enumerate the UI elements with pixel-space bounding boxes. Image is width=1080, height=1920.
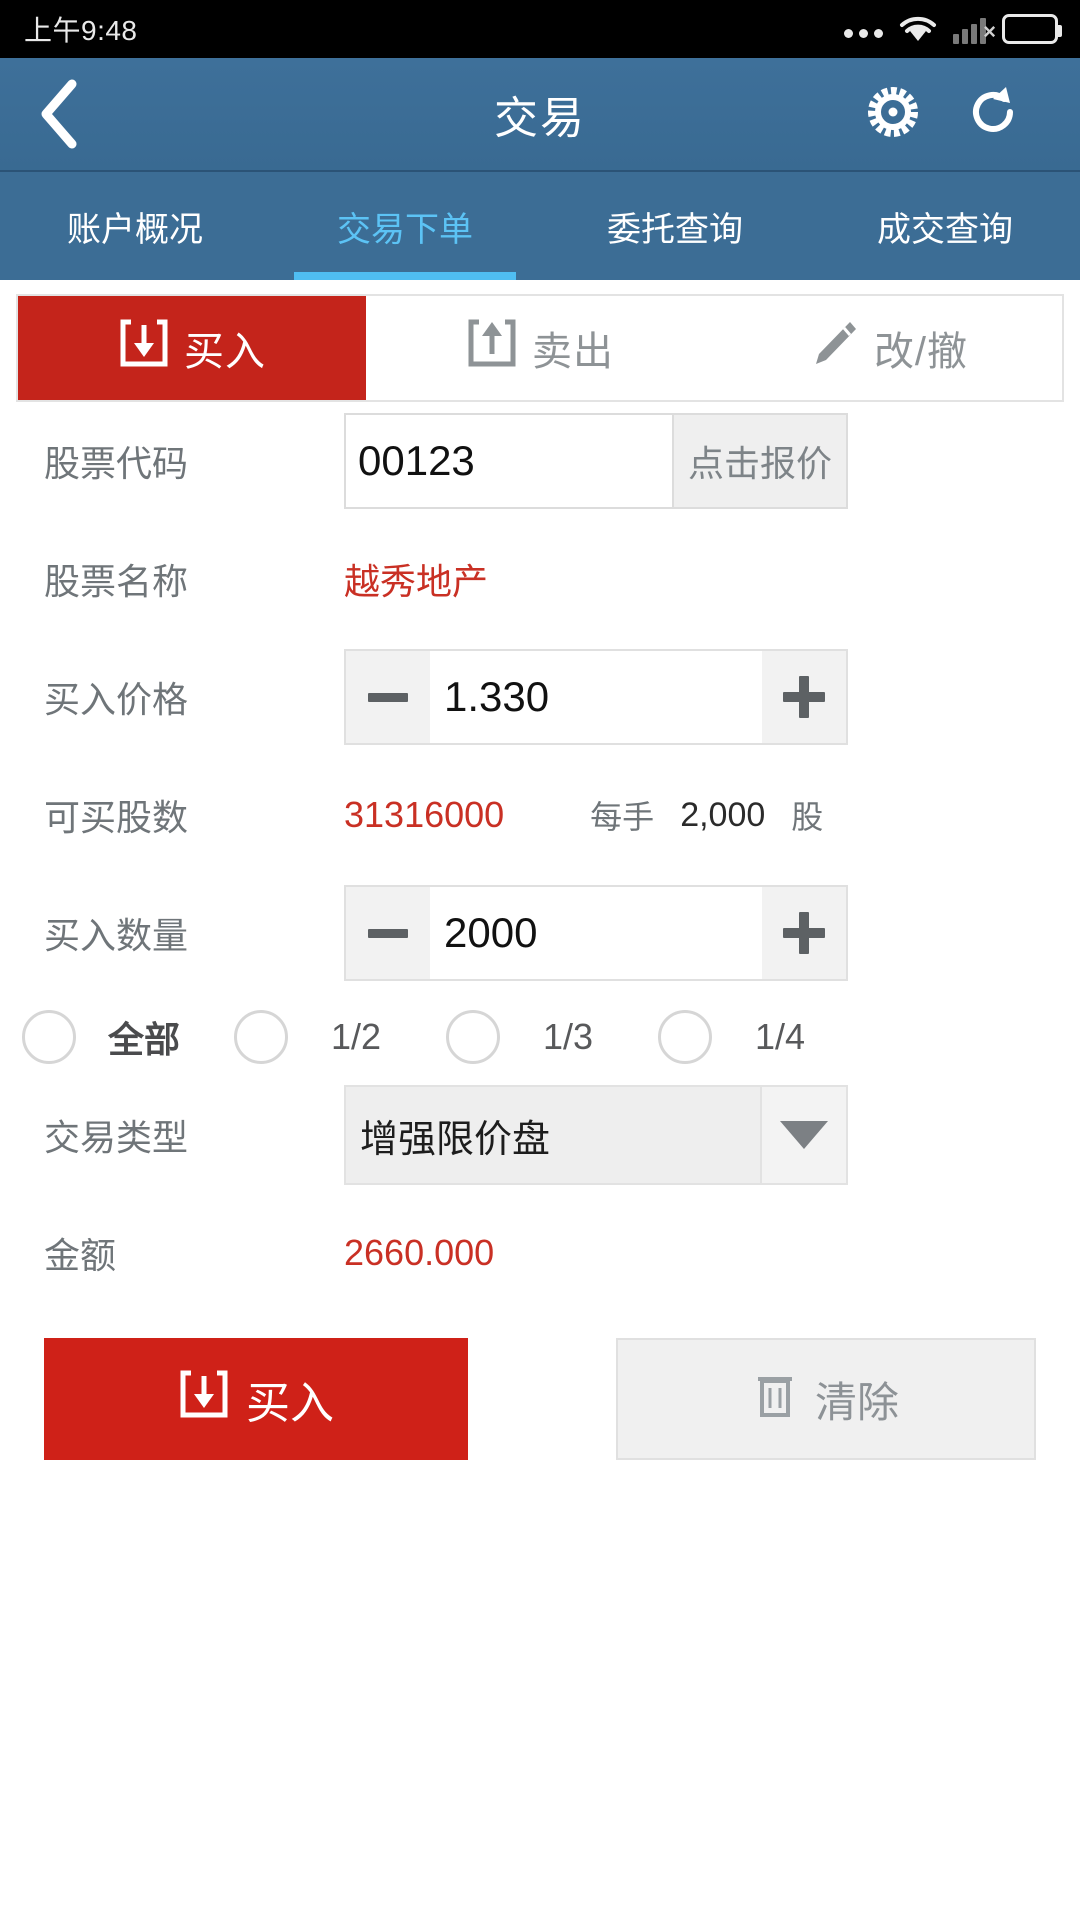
available-shares-value: 31316000 (344, 794, 505, 835)
lot-size-label: 每手 (590, 799, 655, 835)
buy-quantity-input[interactable]: 2000 (430, 885, 762, 981)
stock-name-value: 越秀地产 (344, 561, 489, 602)
radio-circle-icon (658, 1010, 712, 1064)
tab-place-order[interactable]: 交易下单 (270, 172, 540, 280)
fraction-option-half[interactable]: 1/2 (212, 1010, 424, 1064)
buy-quantity-decrement-button[interactable] (344, 885, 430, 981)
stock-name-label: 股票名称 (44, 561, 189, 602)
fraction-option-quarter-label: 1/4 (754, 1016, 806, 1057)
fraction-option-half-label: 1/2 (330, 1016, 382, 1057)
row-available-shares: 可买股数 31316000 每手 2,000 股 (0, 756, 1080, 874)
order-type-label: 交易类型 (44, 1117, 189, 1158)
minus-icon (368, 692, 408, 702)
wifi-icon (899, 14, 937, 44)
tab-account-overview[interactable]: 账户概况 (0, 172, 270, 280)
tab-order-query[interactable]: 委托查询 (540, 172, 810, 280)
available-shares-label: 可买股数 (44, 797, 189, 838)
radio-circle-icon (446, 1010, 500, 1064)
amount-label: 金额 (44, 1235, 117, 1276)
buy-quantity-stepper: 2000 (344, 885, 848, 981)
buy-price-stepper: 1.330 (344, 649, 848, 745)
app-header: 交易 (0, 58, 1080, 170)
row-buy-quantity: 买入数量 2000 (0, 874, 1080, 992)
minus-icon (368, 928, 408, 938)
tab-trade-query[interactable]: 成交查询 (810, 172, 1080, 280)
segment-buy[interactable]: 买入 (18, 296, 366, 400)
segment-buy-label: 买入 (184, 330, 266, 374)
plus-icon (783, 676, 825, 718)
status-bar: 上午9:48 × (0, 0, 1080, 58)
order-type-dropdown-button[interactable] (760, 1085, 848, 1185)
segment-amend-cancel[interactable]: 改/撤 (714, 296, 1062, 400)
amount-value: 2660.000 (344, 1232, 495, 1273)
row-stock-name: 股票名称 越秀地产 (0, 520, 1080, 638)
pencil-icon (808, 316, 860, 380)
radio-circle-icon (234, 1010, 288, 1064)
action-buttons: 买入 清除 (0, 1312, 1080, 1460)
tray-download-icon (178, 1367, 230, 1432)
row-stock-code: 股票代码 00123 点击报价 (0, 402, 1080, 520)
battery-icon (1002, 14, 1062, 44)
page-title: 交易 (494, 94, 586, 143)
buy-price-label: 买入价格 (44, 679, 189, 720)
segment-sell-label: 卖出 (532, 330, 614, 374)
order-side-segmented-control: 买入 卖出 改/撤 (16, 294, 1064, 402)
segment-sell[interactable]: 卖出 (366, 296, 714, 400)
tray-upload-icon (466, 316, 518, 380)
clear-form-label: 清除 (814, 1378, 899, 1426)
status-time: 上午9:48 (24, 15, 138, 46)
row-order-type: 交易类型 增强限价盘 (0, 1076, 1080, 1194)
buy-quantity-increment-button[interactable] (762, 885, 848, 981)
fraction-option-all-label: 全部 (107, 1019, 180, 1060)
fraction-option-all[interactable]: 全部 (0, 1010, 212, 1064)
quantity-fraction-group: 全部 1/2 1/3 1/4 (0, 992, 1080, 1076)
submit-buy-button[interactable]: 买入 (44, 1338, 468, 1460)
clear-form-button[interactable]: 清除 (616, 1338, 1036, 1460)
row-amount: 金额 2660.000 (0, 1194, 1080, 1312)
buy-price-increment-button[interactable] (762, 649, 848, 745)
fraction-option-third-label: 1/3 (542, 1016, 594, 1057)
order-type-select[interactable]: 增强限价盘 (344, 1085, 848, 1185)
tray-download-icon (118, 316, 170, 380)
get-quote-button[interactable]: 点击报价 (672, 413, 848, 509)
buy-quantity-label: 买入数量 (44, 915, 189, 956)
status-icons: × (844, 14, 1062, 44)
segment-amend-cancel-label: 改/撤 (873, 330, 969, 374)
stock-code-input[interactable]: 00123 (344, 413, 672, 509)
stock-code-label: 股票代码 (44, 443, 189, 484)
fraction-option-third[interactable]: 1/3 (424, 1010, 636, 1064)
row-buy-price: 买入价格 1.330 (0, 638, 1080, 756)
caret-down-icon (780, 1121, 828, 1149)
lot-size-unit: 股 (791, 799, 824, 835)
lot-size-value: 2,000 (680, 795, 766, 834)
signal-none-icon: × (953, 14, 996, 44)
order-form: 股票代码 00123 点击报价 股票名称 越秀地产 买入价格 1.330 可买股… (0, 402, 1080, 1460)
submit-buy-label: 买入 (246, 1379, 334, 1428)
tab-bar: 账户概况 交易下单 委托查询 成交查询 (0, 170, 1080, 280)
buy-price-decrement-button[interactable] (344, 649, 430, 745)
radio-circle-icon (22, 1010, 76, 1064)
trash-icon (753, 1369, 797, 1429)
buy-price-input[interactable]: 1.330 (430, 649, 762, 745)
more-dots-icon (844, 29, 883, 44)
plus-icon (783, 912, 825, 954)
fraction-option-quarter[interactable]: 1/4 (636, 1010, 848, 1064)
order-type-selected-value: 增强限价盘 (344, 1085, 760, 1185)
